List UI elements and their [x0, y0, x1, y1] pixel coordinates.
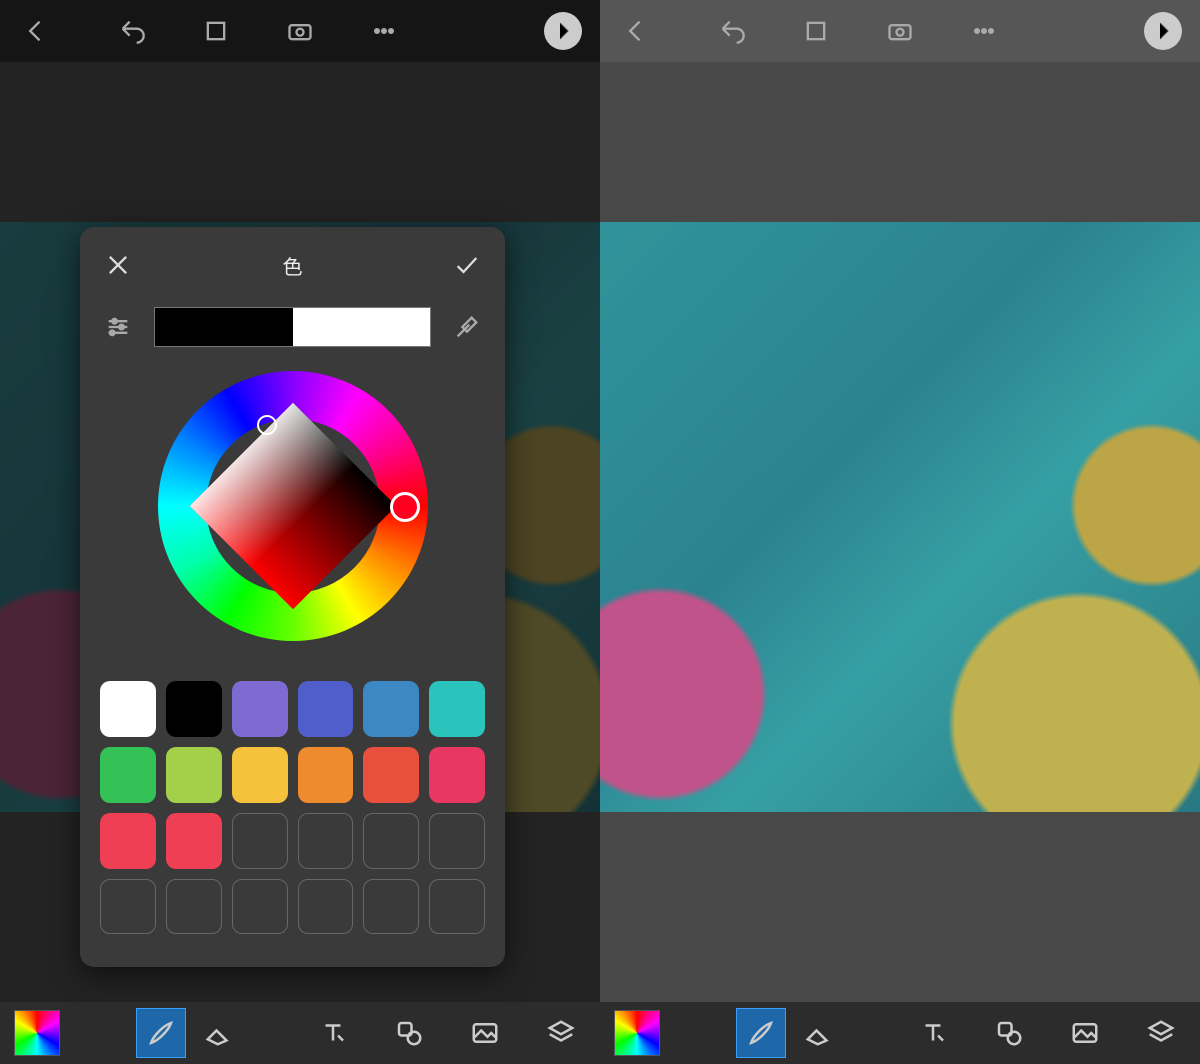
- current-color-swatch[interactable]: [154, 307, 431, 347]
- brush-tool-button[interactable]: [136, 1008, 186, 1058]
- brush-tool-button[interactable]: [736, 1008, 786, 1058]
- diamond-selector[interactable]: [257, 415, 277, 435]
- swatch-11[interactable]: [429, 747, 485, 803]
- bottombar: [600, 1002, 1200, 1064]
- text-tool-button[interactable]: [308, 1008, 358, 1058]
- crop-button[interactable]: [198, 13, 234, 49]
- color-tool-button[interactable]: [14, 1010, 60, 1056]
- swatch-empty[interactable]: [232, 879, 288, 935]
- image-tool-button[interactable]: [460, 1008, 510, 1058]
- eraser-tool-button[interactable]: [194, 1008, 244, 1058]
- swatch-6[interactable]: [100, 747, 156, 803]
- undo-button[interactable]: [714, 13, 750, 49]
- panel-title: 色: [283, 251, 303, 280]
- screen-brush-picker: ブラシを選択: [600, 0, 1200, 1064]
- eraser-tool-button[interactable]: [794, 1008, 844, 1058]
- canvas-area[interactable]: 色: [0, 62, 600, 1002]
- swatch-9[interactable]: [298, 747, 354, 803]
- eyedropper-button[interactable]: [449, 309, 485, 345]
- swatch-empty[interactable]: [363, 813, 419, 869]
- swatch-empty[interactable]: [429, 879, 485, 935]
- more-button[interactable]: [366, 13, 402, 49]
- forward-button[interactable]: [1144, 12, 1182, 50]
- back-button[interactable]: [618, 13, 654, 49]
- bottombar: [0, 1002, 600, 1064]
- color-wheel[interactable]: [158, 371, 428, 641]
- swatch-8[interactable]: [232, 747, 288, 803]
- canvas-area[interactable]: ブラシを選択: [600, 62, 1200, 1002]
- swatch-grid: [100, 681, 485, 934]
- swatch-empty[interactable]: [166, 879, 222, 935]
- swatch-13[interactable]: [166, 813, 222, 869]
- swatch-2[interactable]: [232, 681, 288, 737]
- camera-button[interactable]: [282, 13, 318, 49]
- swatch-empty[interactable]: [232, 813, 288, 869]
- undo-button[interactable]: [114, 13, 150, 49]
- swatch-empty[interactable]: [298, 879, 354, 935]
- hue-selector[interactable]: [390, 492, 420, 522]
- swatch-empty[interactable]: [100, 879, 156, 935]
- swatch-3[interactable]: [298, 681, 354, 737]
- swatch-12[interactable]: [100, 813, 156, 869]
- text-tool-button[interactable]: [908, 1008, 958, 1058]
- shape-tool-button[interactable]: [384, 1008, 434, 1058]
- image-tool-button[interactable]: [1060, 1008, 1110, 1058]
- more-button[interactable]: [966, 13, 1002, 49]
- swatch-7[interactable]: [166, 747, 222, 803]
- layers-tool-button[interactable]: [1136, 1008, 1186, 1058]
- shape-tool-button[interactable]: [984, 1008, 1034, 1058]
- swatch-black: [155, 308, 293, 346]
- forward-button[interactable]: [544, 12, 582, 50]
- back-button[interactable]: [18, 13, 54, 49]
- confirm-button[interactable]: [449, 247, 485, 283]
- swatch-4[interactable]: [363, 681, 419, 737]
- topbar: [0, 0, 600, 62]
- topbar: [600, 0, 1200, 62]
- close-button[interactable]: [100, 247, 136, 283]
- dim-overlay: [600, 62, 1200, 1002]
- swatch-empty[interactable]: [298, 813, 354, 869]
- swatch-10[interactable]: [363, 747, 419, 803]
- layers-tool-button[interactable]: [536, 1008, 586, 1058]
- swatch-1[interactable]: [166, 681, 222, 737]
- camera-button[interactable]: [882, 13, 918, 49]
- screen-color-picker: 色: [0, 0, 600, 1064]
- color-picker-panel: 色: [80, 227, 505, 967]
- swatch-0[interactable]: [100, 681, 156, 737]
- swatch-empty[interactable]: [363, 879, 419, 935]
- sliders-icon[interactable]: [100, 309, 136, 345]
- crop-button[interactable]: [798, 13, 834, 49]
- swatch-white: [293, 308, 431, 346]
- swatch-empty[interactable]: [429, 813, 485, 869]
- color-tool-button[interactable]: [614, 1010, 660, 1056]
- swatch-5[interactable]: [429, 681, 485, 737]
